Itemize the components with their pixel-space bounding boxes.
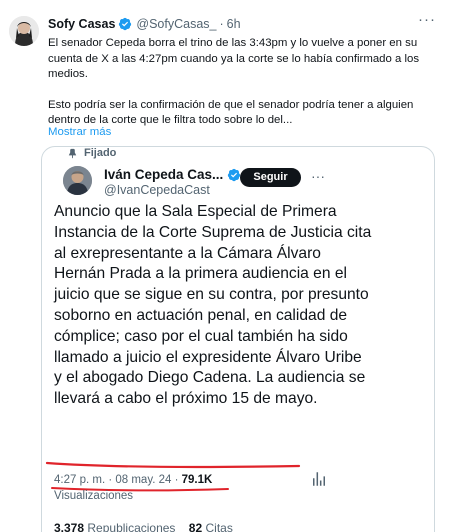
tweet-paragraph-2: Esto podría ser la confirmación de que e… bbox=[48, 98, 414, 127]
quoted-author-name[interactable]: Iván Cepeda Cas... bbox=[104, 167, 223, 182]
quoted-author-avatar[interactable] bbox=[63, 166, 92, 195]
pinned-text: Fijado bbox=[84, 147, 117, 159]
tweet-time[interactable]: 6h bbox=[227, 17, 241, 31]
red-underline-annotation bbox=[45, 461, 301, 469]
quoted-more-icon[interactable]: ··· bbox=[311, 169, 325, 183]
separator: · bbox=[219, 17, 224, 31]
quoted-tweet-text: Anuncio que la Sala Especial de Primera … bbox=[54, 203, 372, 408]
quotes-label[interactable]: Citas bbox=[205, 521, 232, 532]
analytics-icon[interactable] bbox=[310, 470, 328, 488]
quoted-author-name-row: Iván Cepeda Cas... bbox=[104, 167, 241, 182]
reposts-count[interactable]: 3.378 bbox=[54, 521, 84, 532]
reposts-label[interactable]: Republicaciones bbox=[87, 521, 175, 532]
views-label: Visualizaciones bbox=[54, 490, 134, 502]
more-icon[interactable]: ··· bbox=[417, 12, 437, 30]
tweet-paragraph-1: El senador Cepeda borra el trino de las … bbox=[48, 37, 420, 80]
verified-badge-icon bbox=[118, 17, 132, 31]
pin-icon bbox=[68, 148, 77, 159]
author-handle[interactable]: @SofyCasas_ bbox=[136, 17, 216, 31]
show-more-link[interactable]: Mostrar más bbox=[48, 126, 111, 138]
pinned-label: Fijado bbox=[67, 147, 116, 159]
follow-button[interactable]: Seguir bbox=[240, 168, 301, 187]
quotes-count[interactable]: 82 bbox=[189, 521, 202, 532]
tweet-text: El senador Cepeda borra el trino de las … bbox=[48, 36, 438, 129]
quoted-tweet-stats: 3.378 Republicaciones 82 Citas bbox=[54, 521, 233, 532]
quoted-author-handle[interactable]: @IvanCepedaCast bbox=[104, 183, 210, 197]
tweet[interactable]: Sofy Casas @SofyCasas_ · 6h ··· El senad… bbox=[0, 0, 451, 532]
tweet-header: Sofy Casas @SofyCasas_ · 6h bbox=[48, 16, 241, 32]
author-name[interactable]: Sofy Casas bbox=[48, 17, 115, 31]
author-avatar[interactable] bbox=[9, 16, 39, 46]
